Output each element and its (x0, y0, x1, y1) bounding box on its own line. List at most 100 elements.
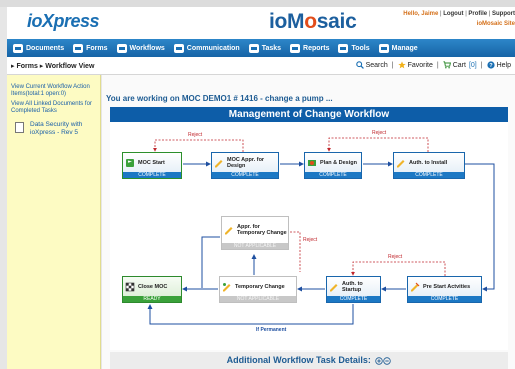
node-label: Pre Start Actvities (423, 283, 471, 290)
node-status: NOT APPLICABLE (220, 296, 296, 302)
node-status: COMPLETE (408, 296, 481, 302)
greeting: Hello, Jaime (403, 11, 439, 17)
node-status: NOT APPLICABLE (222, 243, 288, 249)
edge-if-permanent (147, 304, 354, 325)
iomosaic-site-link[interactable]: ioMosaic Site (477, 21, 515, 27)
pencil-icon (215, 159, 223, 167)
nav-forms[interactable]: Forms (73, 43, 108, 53)
additional-details-heading: Additional Workflow Task Details: (226, 355, 371, 365)
logout-link[interactable]: Logout (443, 11, 463, 17)
iomosaic-logo[interactable]: ioMosaic (269, 10, 357, 34)
node-plan-design[interactable]: Plan & Design COMPLETE (304, 152, 362, 179)
node-label: Temporary Change (235, 283, 285, 290)
star-icon (397, 61, 406, 69)
node-auth-startup[interactable]: Auth. to Startup COMPLETE (326, 276, 381, 303)
node-moc-appr-design[interactable]: MOC Appr. for Design COMPLETE (211, 152, 279, 179)
manage-icon (378, 43, 389, 53)
search-link[interactable]: Search (366, 62, 388, 69)
cart-icon (443, 61, 451, 69)
toolbar-links: Search | Favorite | Cart [0] | ? Help (355, 61, 511, 69)
workflow-title: Management of Change Workflow (110, 107, 508, 122)
tasks-icon (248, 43, 259, 53)
cart-count: [0] (468, 61, 477, 69)
working-on-heading: You are working on MOC DEMO1 # 1416 - ch… (106, 94, 333, 103)
document-title: Data Security with ioXpress - Rev 5 (30, 121, 83, 136)
reject-label: Reject (388, 254, 403, 260)
logo-center-accent: o (304, 10, 317, 33)
reject-loop-auth-install (327, 137, 429, 152)
node-status: COMPLETE (305, 172, 361, 178)
app-header: ioXpress ioMosaic Hello, Jaime | Logout … (7, 7, 515, 39)
tools-icon (338, 43, 349, 53)
node-label: MOC Start (138, 159, 165, 166)
node-label: Auth. to Startup (342, 280, 363, 293)
edge-apprtemp-left (201, 236, 220, 288)
flag-icon (126, 158, 134, 167)
nav-label: Communication (186, 44, 240, 52)
node-label: MOC Appr. for Design (227, 156, 265, 169)
logo-prefix: io (27, 11, 43, 31)
node-label: Appr. for Temporary Change (237, 224, 287, 236)
document-icon (15, 122, 24, 133)
node-status: COMPLETE (212, 172, 278, 178)
reject-loop-appr (153, 139, 244, 152)
favorite-link[interactable]: Favorite (408, 62, 433, 69)
nav-communication[interactable]: Communication (173, 43, 240, 53)
reports-icon (290, 43, 301, 53)
reject-label: Reject (372, 130, 387, 136)
breadcrumb[interactable]: ▸ Forms ▸ Workflow View (11, 62, 94, 70)
window-top-border (0, 0, 515, 7)
node-label: Auth. to Install (409, 159, 448, 166)
user-links: Hello, Jaime | Logout | Profile | Suppor… (403, 11, 515, 17)
node-close-moc[interactable]: Close MOC READY (122, 276, 182, 303)
node-temporary-change[interactable]: Temporary Change NOT APPLICABLE (219, 276, 297, 303)
sidebar-document-item[interactable]: Data Security with ioXpress - Rev 5 (7, 121, 100, 137)
nav-workflows[interactable]: Workflows (116, 43, 165, 53)
nav-label: Reports (303, 44, 330, 52)
breadcrumb-bar: ▸ Forms ▸ Workflow View Search | Favorit… (7, 57, 515, 75)
support-link[interactable]: Support (492, 11, 515, 17)
node-appr-temp-change[interactable]: Appr. for Temporary Change NOT APPLICABL… (221, 216, 289, 250)
pencil-icon (330, 283, 338, 291)
node-label: Plan & Design (320, 159, 357, 166)
reject-loop-apprtemp (290, 231, 301, 272)
node-auth-install[interactable]: Auth. to Install COMPLETE (393, 152, 465, 179)
nav-label: Manage (391, 44, 418, 52)
nav-reports[interactable]: Reports (290, 43, 330, 53)
forms-icon (73, 43, 84, 53)
logo-main: Xpress (42, 11, 100, 31)
edge-auth-to-prestart (465, 163, 495, 292)
nav-documents[interactable]: Documents (13, 43, 64, 53)
svg-text:?: ? (489, 63, 493, 69)
sidebar-link-linked-documents[interactable]: View All Linked Documents for Completed … (7, 101, 100, 115)
expand-collapse-icon[interactable] (375, 356, 392, 365)
node-status: COMPLETE (123, 172, 181, 178)
nav-manage[interactable]: Manage (378, 43, 418, 53)
main-navbar: Documents Forms Workflows Communication … (7, 39, 515, 57)
reject-label: Reject (303, 237, 318, 243)
node-pre-start-activities[interactable]: Pre Start Actvities COMPLETE (407, 276, 482, 303)
profile-link[interactable]: Profile (468, 11, 487, 17)
nav-tasks[interactable]: Tasks (248, 43, 282, 53)
cart-link[interactable]: Cart (453, 62, 466, 69)
help-icon: ? (486, 61, 495, 69)
nav-label: Tasks (261, 44, 282, 52)
additional-details-bar: Additional Workflow Task Details: (110, 352, 508, 369)
temporary-change-icon (223, 282, 231, 291)
help-link[interactable]: Help (497, 62, 511, 69)
ioxpress-logo[interactable]: ioXpress (27, 11, 100, 32)
node-status: READY (123, 296, 181, 302)
checkered-flag-icon (125, 282, 135, 291)
nav-tools[interactable]: Tools (338, 43, 370, 53)
pencil-icon (225, 227, 233, 235)
if-permanent-label: If Permanent (256, 327, 287, 333)
node-status: COMPLETE (327, 296, 380, 302)
reject-label: Reject (188, 132, 203, 138)
reject-loop-prestart (351, 261, 446, 276)
nav-label: Tools (351, 44, 370, 52)
logo-center-suffix: saic (316, 10, 357, 33)
main-content: You are working on MOC DEMO1 # 1416 - ch… (102, 75, 515, 369)
sidebar-link-action-items[interactable]: View Current Workflow Action Items(total… (7, 84, 100, 98)
node-label: Close MOC (138, 283, 168, 290)
node-moc-start[interactable]: MOC Start COMPLETE (122, 152, 182, 179)
